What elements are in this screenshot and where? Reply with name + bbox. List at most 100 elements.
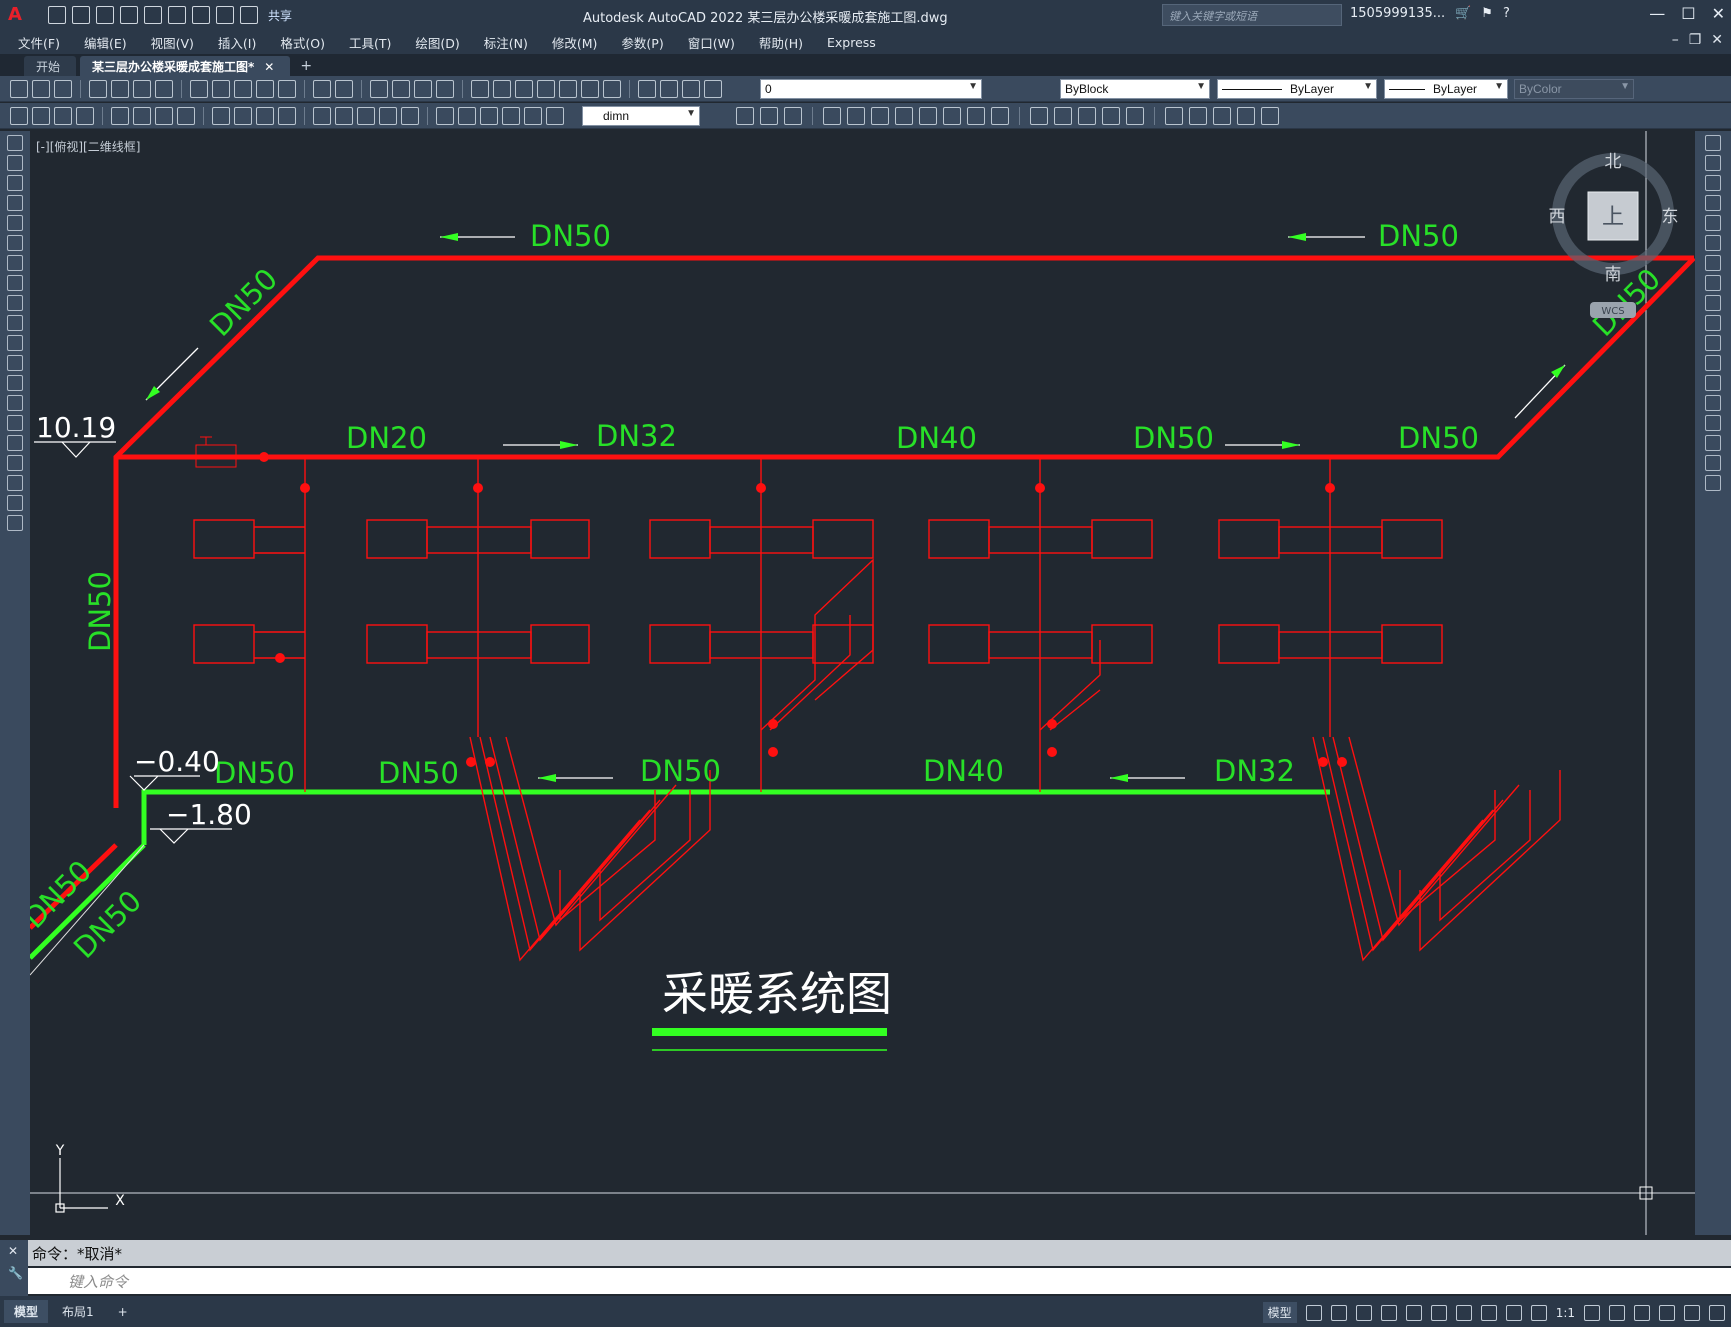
help-search-input[interactable]: 键入关键字或短语 — [1162, 4, 1342, 26]
block-editor-icon[interactable] — [278, 79, 296, 98]
rotate-icon[interactable] — [1705, 255, 1721, 271]
gradient-icon[interactable] — [7, 435, 23, 451]
layer-sun-icon[interactable] — [682, 79, 700, 98]
trim-icon[interactable] — [967, 107, 985, 125]
move-icon[interactable] — [871, 107, 889, 125]
autocad-logo-icon[interactable]: A — [8, 4, 30, 26]
layer-properties-icon[interactable] — [638, 79, 656, 98]
group-select-icon[interactable] — [1261, 107, 1279, 125]
mirror-icon[interactable] — [1705, 175, 1721, 191]
fillet-icon[interactable] — [1705, 435, 1721, 451]
open-web-icon[interactable] — [144, 6, 162, 24]
object-snap-tracking-icon[interactable] — [1430, 1304, 1447, 1321]
array-icon[interactable] — [1705, 215, 1721, 231]
autodesk-app-icon[interactable]: ⚑ — [1481, 6, 1493, 21]
tab-close-icon[interactable]: ✕ — [264, 60, 274, 74]
tab-layout1[interactable]: 布局1 — [52, 1300, 104, 1323]
inspection-icon[interactable] — [480, 106, 498, 125]
menu-draw[interactable]: 绘图(D) — [415, 33, 459, 52]
dim-baseline-icon[interactable] — [335, 106, 353, 125]
dim-aligned-icon[interactable] — [32, 106, 50, 125]
color-dropdown[interactable]: ByBlock ▼ — [1060, 79, 1210, 99]
doc-restore-icon[interactable]: ❐ — [1689, 32, 1702, 48]
markup-icon[interactable] — [559, 79, 577, 98]
help-icon[interactable]: ? — [1503, 6, 1510, 21]
dim-arclength-icon[interactable] — [155, 106, 173, 125]
close-icon[interactable]: ✕ — [0, 1240, 28, 1262]
break-icon[interactable] — [1030, 107, 1048, 125]
region-icon[interactable] — [7, 455, 23, 471]
close-icon[interactable]: ✕ — [1712, 4, 1725, 23]
doc-minimize-icon[interactable]: – — [1672, 32, 1679, 48]
plot-icon[interactable] — [192, 6, 210, 24]
redo-icon[interactable] — [335, 79, 353, 98]
table-icon[interactable] — [7, 475, 23, 491]
customize-icon[interactable]: 🔧 — [0, 1262, 28, 1284]
group-icon[interactable] — [1189, 107, 1207, 125]
lineweight-dropdown[interactable]: ByLayer ▼ — [1384, 79, 1508, 99]
share-button[interactable]: 共享 — [268, 7, 292, 24]
join-icon[interactable] — [1054, 107, 1072, 125]
undo-icon[interactable] — [216, 6, 234, 24]
dim-jogged-icon[interactable] — [234, 106, 252, 125]
center-mark-icon[interactable] — [458, 106, 476, 125]
customization-menu-icon[interactable] — [1709, 1304, 1725, 1321]
help-icon[interactable] — [603, 79, 621, 98]
redo-icon[interactable] — [240, 6, 258, 24]
spline-icon[interactable] — [7, 295, 23, 311]
minimize-icon[interactable]: — — [1649, 4, 1665, 23]
save-icon[interactable] — [96, 6, 114, 24]
cut-icon[interactable] — [190, 79, 208, 98]
save-icon[interactable] — [54, 79, 72, 98]
ungroup-icon[interactable] — [1213, 107, 1231, 125]
insert-block-icon[interactable] — [7, 355, 23, 371]
publish-icon[interactable] — [133, 79, 151, 98]
maximize-icon[interactable]: ☐ — [1681, 4, 1695, 23]
cart-icon[interactable]: 🛒 — [1455, 6, 1471, 21]
extend-icon[interactable] — [1705, 335, 1721, 351]
join-icon[interactable] — [1705, 395, 1721, 411]
hardware-acceleration-icon[interactable] — [1659, 1304, 1675, 1321]
open-file-icon[interactable] — [72, 6, 90, 24]
add-layout-icon[interactable]: + — [108, 1302, 138, 1322]
paste-icon[interactable] — [234, 79, 252, 98]
plot-preview-icon[interactable] — [111, 79, 129, 98]
annotation-monitor-icon[interactable] — [1609, 1304, 1625, 1321]
dimstyle-dropdown[interactable]: dimn ▼ — [582, 106, 700, 126]
save-as-icon[interactable] — [120, 6, 138, 24]
explode-icon[interactable] — [1705, 475, 1721, 491]
mirror-icon[interactable] — [784, 107, 802, 125]
dim-space-icon[interactable] — [379, 106, 397, 125]
model-space-button[interactable]: 模型 — [1262, 1302, 1297, 1323]
dim-diameter-icon[interactable] — [256, 106, 274, 125]
jogged-linear-icon[interactable] — [502, 106, 520, 125]
pan-icon[interactable] — [370, 79, 388, 98]
menu-dimension[interactable]: 标注(N) — [484, 33, 528, 52]
dim-linear-2-icon[interactable] — [111, 106, 129, 125]
isolate-objects-icon[interactable] — [1634, 1304, 1650, 1321]
layer-lock-icon[interactable] — [704, 79, 722, 98]
new-file-icon[interactable] — [48, 6, 66, 24]
viewcube-east[interactable]: 东 — [1662, 207, 1679, 227]
command-line-handle[interactable]: ✕ 🔧 — [0, 1240, 28, 1296]
array-icon[interactable] — [847, 107, 865, 125]
draworder-icon[interactable] — [1165, 107, 1183, 125]
menu-express[interactable]: Express — [827, 35, 876, 50]
polygon-icon[interactable] — [7, 195, 23, 211]
viewcube-south[interactable]: 南 — [1605, 265, 1622, 285]
arc-icon[interactable] — [7, 235, 23, 251]
add-selected-icon[interactable] — [7, 515, 23, 531]
undo-icon[interactable] — [313, 79, 331, 98]
tool-palettes-icon[interactable] — [515, 79, 533, 98]
ortho-icon[interactable] — [1355, 1304, 1372, 1321]
open-icon[interactable] — [32, 79, 50, 98]
stretch-icon[interactable] — [943, 107, 961, 125]
rectangle-icon[interactable] — [7, 215, 23, 231]
copy-icon[interactable] — [212, 79, 230, 98]
offset-icon[interactable] — [823, 107, 841, 125]
auto-scale-icon[interactable] — [1530, 1304, 1547, 1321]
clean-screen-icon[interactable] — [1684, 1304, 1700, 1321]
tab-drawing[interactable]: 某三层办公楼采暖成套施工图* ✕ — [80, 56, 291, 76]
dim-ordinate-icon[interactable] — [76, 106, 94, 125]
copy-icon[interactable] — [1705, 155, 1721, 171]
